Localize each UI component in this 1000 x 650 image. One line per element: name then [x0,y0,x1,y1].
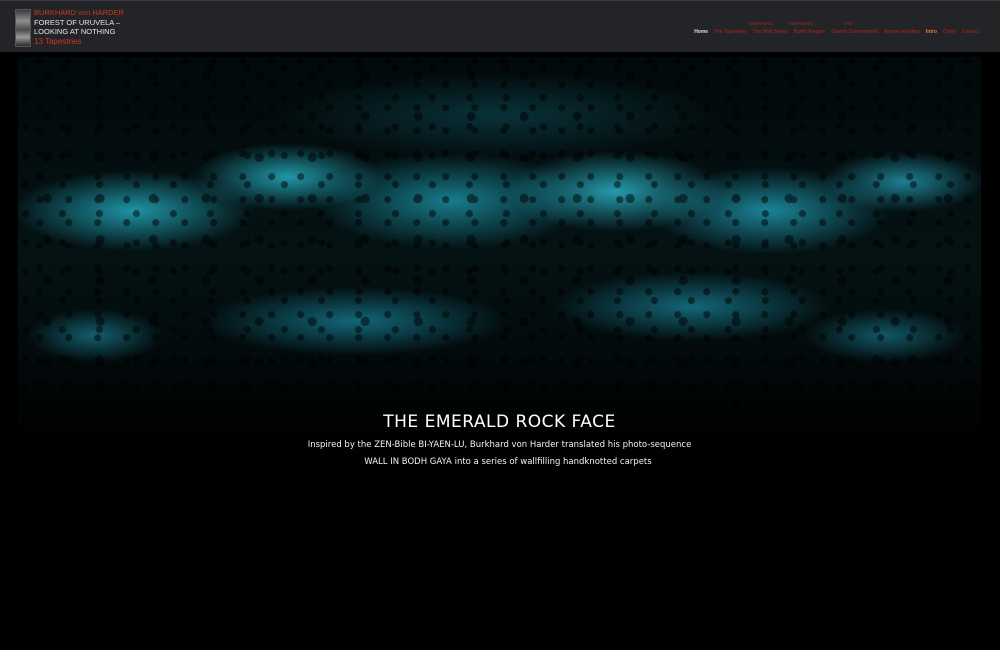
brand-block[interactable]: BURKHARD von HARDER FOREST OF URUVELA – … [34,8,124,46]
hero-description-line-2: WALL IN BODH GAYA into a series of wallf… [364,457,652,467]
nav-group-label-info: Info [845,21,853,26]
hero-description-line-1: Inspired by the ZEN-Bible BI-YAEN-LU, Bu… [307,440,692,450]
nav-galerie[interactable]: Galerie Dummerforth [831,29,878,35]
hero-title: THE EMERALD ROCK FACE [383,412,616,432]
nav-contact[interactable]: Contact [962,29,979,35]
nav-group-label-movement-1: Movement 1 [749,21,774,26]
main-nav: Home The Tapestries The Wall Series Burk… [694,29,979,35]
nav-the-wall-series[interactable]: The Wall Series [753,29,788,35]
nav-bonner-knotting[interactable]: Bonner Knotting [884,29,920,35]
nav-burkh-fangen[interactable]: Burkh Fangen [794,29,825,35]
brand-artist: BURKHARD von HARDER [34,8,125,17]
hero-image: THE EMERALD ROCK FACE Inspired by the ZE… [18,57,981,537]
logo-thumbnail[interactable] [15,9,31,47]
brand-count: 13 Tapestries [34,36,82,46]
brand-title-line-1: FOREST OF URUVELA – [34,17,121,27]
nav-order[interactable]: Order [943,29,956,35]
nav-intro[interactable]: Intro [926,29,937,35]
brand-title-line-2: LOOKING AT NOTHING [34,27,116,36]
nav-the-tapestries[interactable]: The Tapestries [714,29,747,35]
nav-group-label-movement-2: Movement 2 [789,21,814,26]
site-header: BURKHARD von HARDER FOREST OF URUVELA – … [0,0,1000,52]
nav-home[interactable]: Home [694,29,708,35]
page: BURKHARD von HARDER FOREST OF URUVELA – … [0,0,1000,650]
